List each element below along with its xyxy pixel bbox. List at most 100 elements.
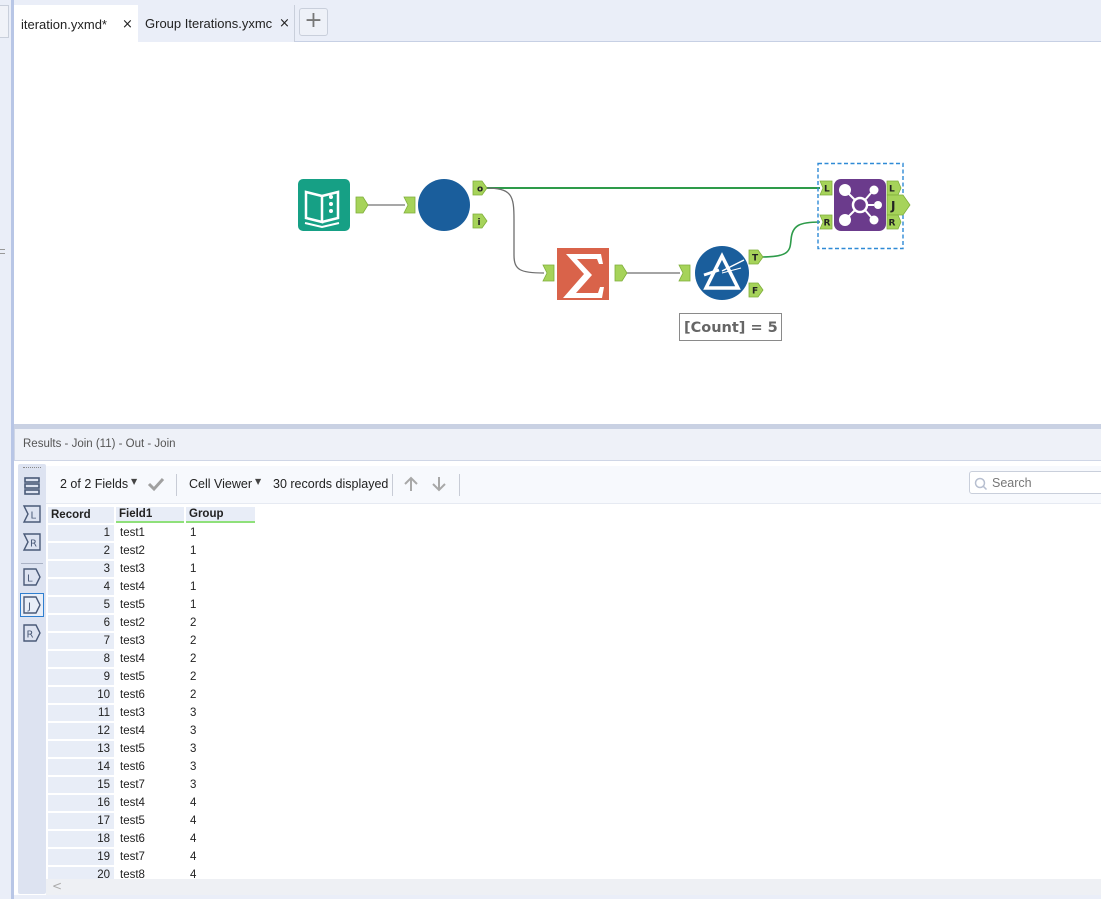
cell-record[interactable]: 19 (48, 849, 114, 865)
cell-record[interactable]: 13 (48, 741, 114, 757)
cell-group[interactable]: 1 (186, 543, 255, 559)
cell-field1[interactable]: test4 (116, 795, 184, 811)
cell-record[interactable]: 8 (48, 651, 114, 667)
cell-field1[interactable]: test1 (116, 525, 184, 541)
cell-record[interactable]: 7 (48, 633, 114, 649)
cell-group[interactable]: 3 (186, 741, 255, 757)
table-row[interactable]: 8 test4 2 (48, 651, 255, 667)
chevron-down-icon[interactable]: ▼ (131, 477, 137, 486)
chevron-down-icon[interactable]: ▼ (255, 477, 261, 486)
table-row[interactable]: 4 test4 1 (48, 579, 255, 595)
cell-record[interactable]: 4 (48, 579, 114, 595)
table-row[interactable]: 3 test3 1 (48, 561, 255, 577)
cell-group[interactable]: 2 (186, 687, 255, 703)
cell-record[interactable]: 17 (48, 813, 114, 829)
cell-group[interactable]: 3 (186, 705, 255, 721)
table-row[interactable]: 15 test7 3 (48, 777, 255, 793)
cell-record[interactable]: 2 (48, 543, 114, 559)
table-row[interactable]: 12 test4 3 (48, 723, 255, 739)
cell-viewer-dropdown[interactable]: Cell Viewer (189, 477, 252, 491)
table-row[interactable]: 11 test3 3 (48, 705, 255, 721)
table-row[interactable]: 13 test5 3 (48, 741, 255, 757)
table-row[interactable]: 18 test6 4 (48, 831, 255, 847)
search-field[interactable] (969, 471, 1101, 494)
cell-field1[interactable]: test6 (116, 759, 184, 775)
cell-group[interactable]: 4 (186, 867, 255, 879)
output-anchor[interactable] (355, 196, 369, 214)
cell-group[interactable]: 1 (186, 579, 255, 595)
cell-group[interactable]: 3 (186, 723, 255, 739)
column-header-field1[interactable]: Field1 (116, 507, 184, 523)
cell-group[interactable]: 2 (186, 669, 255, 685)
cell-record[interactable]: 3 (48, 561, 114, 577)
join-tool[interactable]: L R L J R (817, 162, 911, 250)
input-anchor[interactable] (678, 264, 691, 282)
input-anchor[interactable] (542, 264, 555, 282)
table-row[interactable]: 2 test2 1 (48, 543, 255, 559)
cell-group[interactable]: 3 (186, 759, 255, 775)
cell-group[interactable]: 2 (186, 615, 255, 631)
cell-field1[interactable]: test6 (116, 831, 184, 847)
cell-field1[interactable]: test5 (116, 669, 184, 685)
cell-field1[interactable]: test2 (116, 615, 184, 631)
r-output-button[interactable]: R (20, 621, 44, 645)
cell-field1[interactable]: test3 (116, 561, 184, 577)
search-input[interactable] (992, 474, 1101, 491)
cell-group[interactable]: 4 (186, 813, 255, 829)
column-header-group[interactable]: Group (186, 507, 255, 523)
cell-field1[interactable]: test2 (116, 543, 184, 559)
cell-record[interactable]: 1 (48, 525, 114, 541)
cell-record[interactable]: 18 (48, 831, 114, 847)
input-data-tool[interactable] (298, 179, 369, 231)
output-anchor[interactable] (614, 264, 628, 282)
l-output-button[interactable]: L (20, 565, 44, 589)
cell-group[interactable]: 2 (186, 651, 255, 667)
input-anchor[interactable] (403, 196, 416, 214)
cell-record[interactable]: 15 (48, 777, 114, 793)
summarize-tool[interactable] (542, 248, 628, 300)
arrow-down-icon[interactable] (429, 474, 449, 494)
table-row[interactable]: 20 test8 4 (48, 867, 255, 879)
cell-record[interactable]: 5 (48, 597, 114, 613)
cell-group[interactable]: 2 (186, 633, 255, 649)
cell-group[interactable]: 4 (186, 795, 255, 811)
cell-field1[interactable]: test5 (116, 741, 184, 757)
cell-record[interactable]: 20 (48, 867, 114, 879)
table-view-button[interactable] (20, 474, 44, 498)
cell-field1[interactable]: test5 (116, 813, 184, 829)
cell-record[interactable]: 14 (48, 759, 114, 775)
table-row[interactable]: 19 test7 4 (48, 849, 255, 865)
cell-record[interactable]: 11 (48, 705, 114, 721)
cell-field1[interactable]: test7 (116, 849, 184, 865)
cell-field1[interactable]: test4 (116, 651, 184, 667)
cell-field1[interactable]: test3 (116, 705, 184, 721)
table-row[interactable]: 10 test6 2 (48, 687, 255, 703)
cell-field1[interactable]: test6 (116, 687, 184, 703)
connection-filter-t-to-join-r[interactable] (761, 221, 821, 258)
connection-macro-o-to-summarize[interactable] (484, 187, 545, 274)
table-row[interactable]: 5 test5 1 (48, 597, 255, 613)
table-row[interactable]: 7 test3 2 (48, 633, 255, 649)
cell-group[interactable]: 4 (186, 849, 255, 865)
drag-handle-icon[interactable] (23, 467, 41, 468)
cell-field1[interactable]: test4 (116, 579, 184, 595)
fields-dropdown[interactable]: 2 of 2 Fields (60, 477, 128, 491)
column-header-record[interactable]: Record (48, 507, 114, 523)
cell-group[interactable]: 1 (186, 561, 255, 577)
table-row[interactable]: 6 test2 2 (48, 615, 255, 631)
table-row[interactable]: 14 test6 3 (48, 759, 255, 775)
cell-group[interactable]: 1 (186, 525, 255, 541)
iterative-macro-tool[interactable]: o i (403, 179, 488, 231)
filter-tool[interactable]: T F (678, 246, 764, 300)
horizontal-scrollbar[interactable]: < (46, 879, 1101, 895)
scroll-left-icon[interactable]: < (52, 879, 62, 893)
cell-record[interactable]: 6 (48, 615, 114, 631)
checkmark-icon[interactable] (146, 474, 166, 494)
table-row[interactable]: 17 test5 4 (48, 813, 255, 829)
l-input-button[interactable]: L (20, 502, 44, 526)
table-row[interactable]: 9 test5 2 (48, 669, 255, 685)
cell-field1[interactable]: test8 (116, 867, 184, 879)
filter-annotation[interactable]: [Count] = 5 (679, 313, 782, 341)
cell-field1[interactable]: test7 (116, 777, 184, 793)
cell-field1[interactable]: test3 (116, 633, 184, 649)
